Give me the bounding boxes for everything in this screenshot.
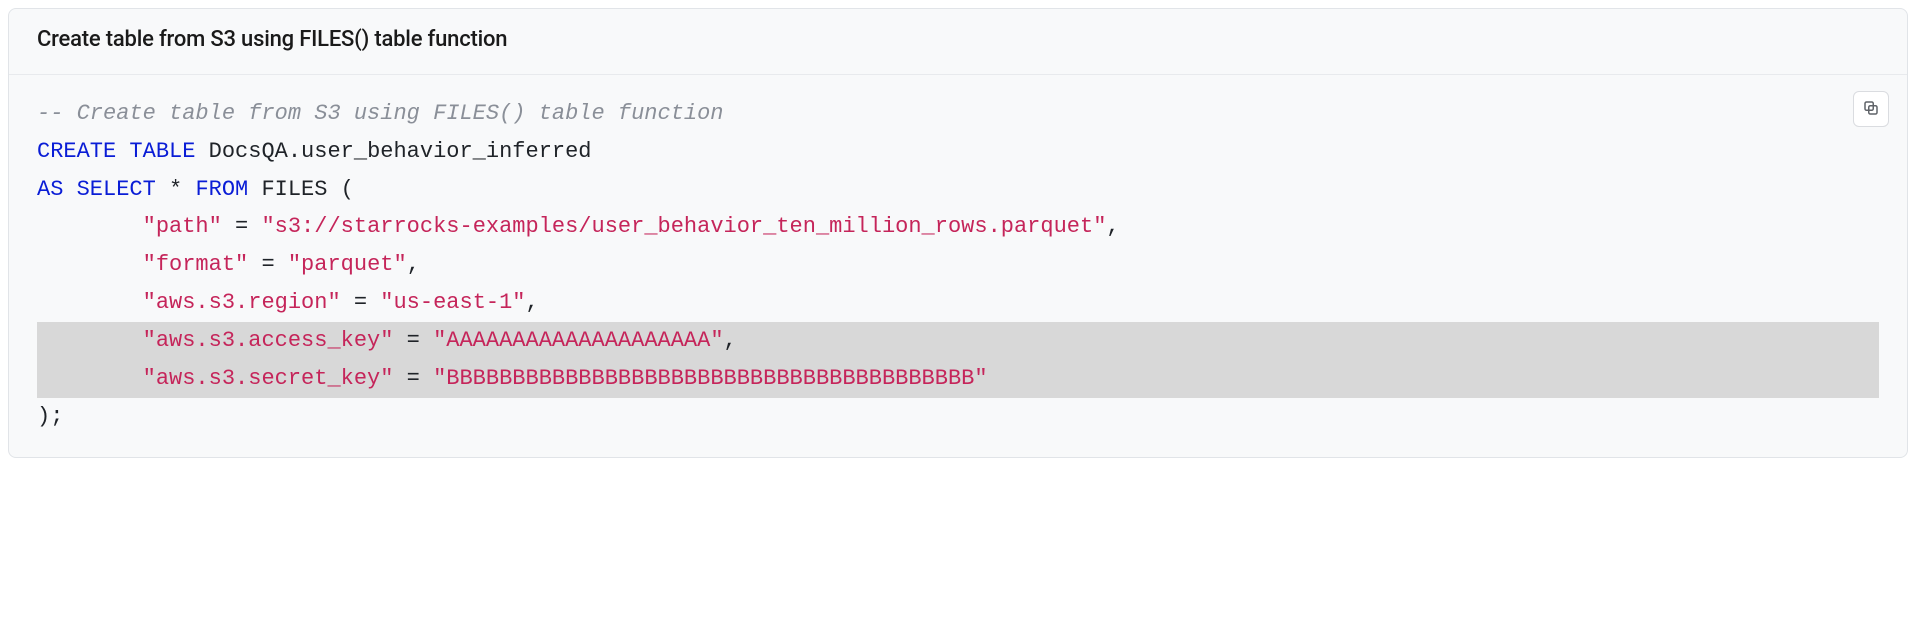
- format-val: "parquet": [288, 252, 407, 277]
- eq: =: [222, 214, 262, 239]
- indent: [37, 290, 143, 315]
- region-val: "us-east-1": [380, 290, 525, 315]
- path-val: "s3://starrocks-examples/user_behavior_t…: [261, 214, 1106, 239]
- comma: ,: [1106, 214, 1119, 239]
- kw-create: CREATE: [37, 139, 116, 164]
- eq: =: [341, 290, 381, 315]
- code-comment-prefix: --: [37, 101, 63, 126]
- kw-table: TABLE: [129, 139, 195, 164]
- indent: [37, 328, 143, 353]
- panel-title: Create table from S3 using FILES() table…: [37, 27, 1879, 52]
- files-fn: FILES: [248, 177, 340, 202]
- code-panel: Create table from S3 using FILES() table…: [8, 8, 1908, 458]
- table-name: DocsQA.user_behavior_inferred: [195, 139, 591, 164]
- rparen: );: [37, 404, 63, 429]
- path-key: "path": [143, 214, 222, 239]
- comma: ,: [724, 328, 737, 353]
- code-block: -- Create table from S3 using FILES() ta…: [37, 95, 1879, 435]
- indent: [37, 214, 143, 239]
- indent: [37, 366, 143, 391]
- format-key: "format": [143, 252, 249, 277]
- panel-header: Create table from S3 using FILES() table…: [9, 9, 1907, 75]
- eq: =: [393, 366, 433, 391]
- secret-key-key: "aws.s3.secret_key": [143, 366, 394, 391]
- eq: =: [248, 252, 288, 277]
- region-key: "aws.s3.region": [143, 290, 341, 315]
- copy-button[interactable]: [1853, 91, 1889, 127]
- kw-select: SELECT: [77, 177, 156, 202]
- copy-icon: [1862, 99, 1880, 120]
- lparen: (: [341, 177, 354, 202]
- access-key-key: "aws.s3.access_key": [143, 328, 394, 353]
- secret-key-val: "BBBBBBBBBBBBBBBBBBBBBBBBBBBBBBBBBBBBBBB…: [433, 366, 988, 391]
- code-comment-text: Create table from S3 using FILES() table…: [63, 101, 723, 126]
- kw-as: AS: [37, 177, 63, 202]
- star: *: [156, 177, 196, 202]
- access-key-val: "AAAAAAAAAAAAAAAAAAAA": [433, 328, 723, 353]
- indent: [37, 252, 143, 277]
- comma: ,: [526, 290, 539, 315]
- eq: =: [393, 328, 433, 353]
- comma: ,: [407, 252, 420, 277]
- panel-body: -- Create table from S3 using FILES() ta…: [9, 75, 1907, 457]
- kw-from: FROM: [195, 177, 248, 202]
